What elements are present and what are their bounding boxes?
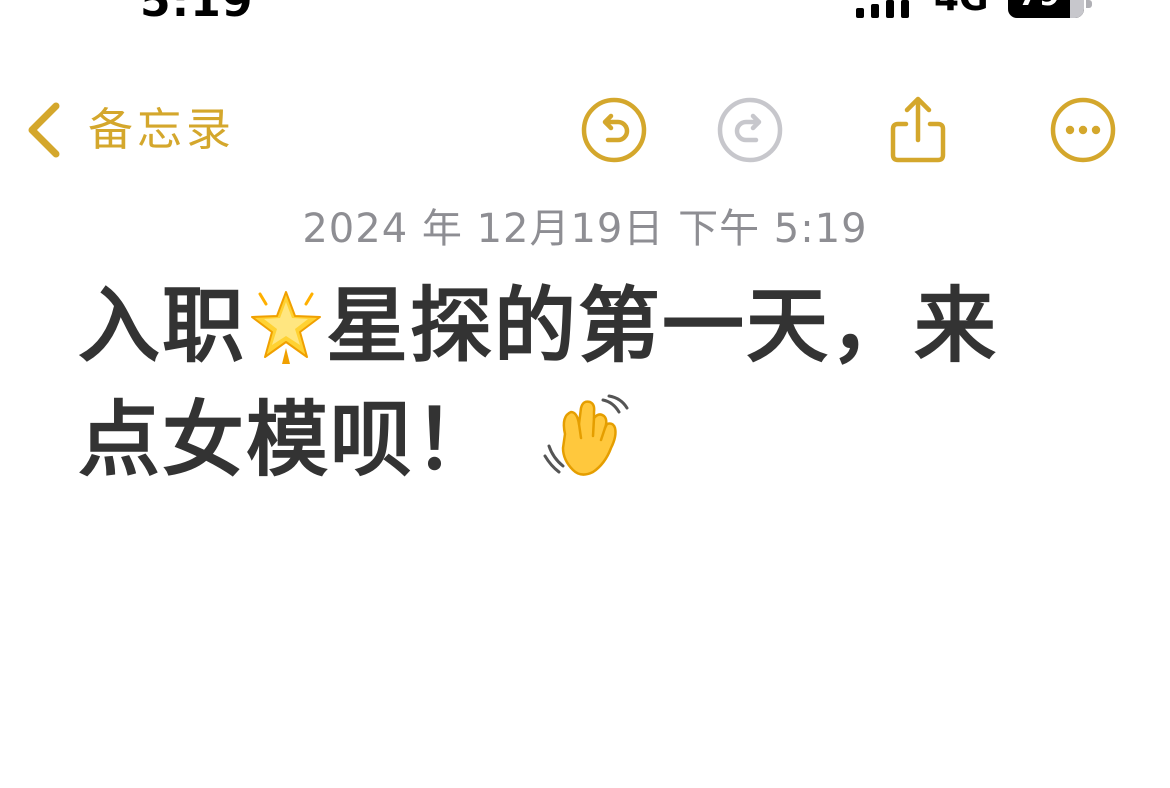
back-button[interactable]: 备忘录	[24, 98, 235, 162]
redo-icon	[717, 97, 783, 163]
waving-hand-icon	[543, 394, 629, 476]
share-icon	[890, 96, 946, 163]
status-time: 5:19	[140, 0, 253, 22]
network-type: 4G	[934, 0, 989, 19]
chevron-left-icon	[28, 102, 60, 158]
note-line-1: 入职 星探的第一天，来	[78, 270, 1078, 384]
note-text-segment: 点女模呗！	[78, 393, 499, 488]
note-body[interactable]: 入职 星探的第一天，来 点女模呗！	[78, 270, 1078, 498]
back-label: 备忘录	[88, 103, 236, 156]
battery-icon: 79	[1008, 0, 1084, 18]
status-bar: 5:19 4G 79	[0, 0, 1170, 22]
share-button[interactable]	[884, 96, 952, 164]
ellipsis-circle-icon	[1050, 97, 1116, 163]
undo-icon	[581, 97, 647, 163]
cellular-signal-icon	[856, 0, 909, 18]
battery-level: 79	[1008, 0, 1070, 13]
glowing-star-icon	[251, 291, 322, 364]
note-timestamp: 2024 年 12月19日 下午 5:19	[302, 206, 868, 252]
note-text-segment: 星探的第一天，来	[326, 279, 999, 374]
more-button[interactable]	[1049, 96, 1117, 164]
note-line-2: 点女模呗！	[78, 384, 1078, 498]
redo-button[interactable]	[716, 96, 784, 164]
undo-button[interactable]	[580, 96, 648, 164]
note-text-segment: 入职	[78, 279, 247, 374]
battery-nub	[1086, 0, 1092, 8]
